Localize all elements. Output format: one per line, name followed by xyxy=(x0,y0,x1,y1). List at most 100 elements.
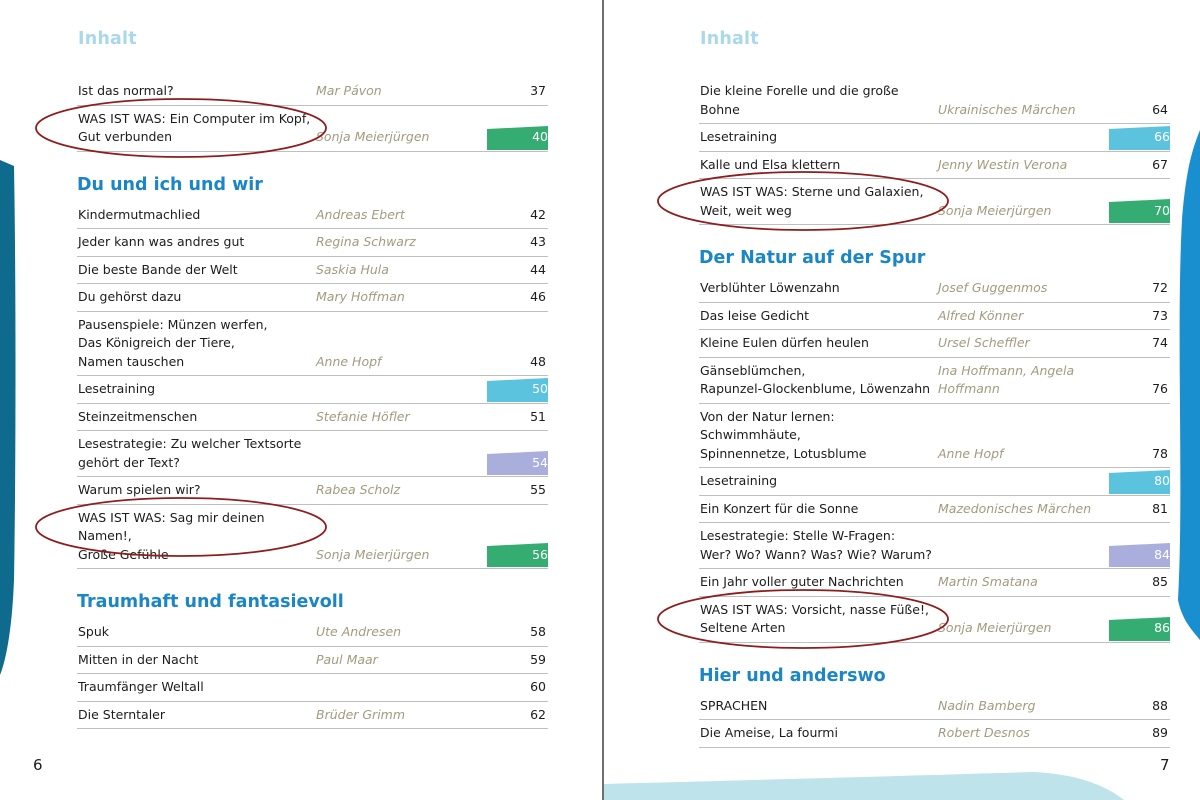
toc-entry[interactable]: Jeder kann was andres gut Regina Schwarz 4… xyxy=(77,229,548,257)
toc-entry[interactable]: Das leise Gedicht Alfred Könner 73 xyxy=(699,303,1170,330)
page-number: 7 xyxy=(1160,756,1170,774)
entry-author: Martin Smatana xyxy=(938,574,1038,589)
toc-entry[interactable]: Du gehörst dazu Mary Hoffman 46 xyxy=(77,284,548,312)
entry-title: Lesestrategie: Stelle W-Fragen: Wer? Wo?… xyxy=(700,528,932,562)
entry-author: Rabea Scholz xyxy=(316,482,401,497)
toc-entry[interactable]: WAS IST WAS: Sag mir deinen Namen!, Groß… xyxy=(35,496,548,569)
entry-title: Die beste Bande der Welt xyxy=(78,261,238,277)
entry-author: Robert Desnos xyxy=(938,725,1030,740)
entry-page-number: 56 xyxy=(532,546,548,562)
entry-title: Traumfänger Weltall xyxy=(78,679,204,694)
toc-section: Traumhaft und fantasievoll Spuk Ute Andres… xyxy=(77,591,548,729)
entry-page-number: 60 xyxy=(530,679,546,694)
entry-title: Lesetraining xyxy=(700,473,778,488)
toc-entry[interactable]: Spuk Ute Andresen 58 xyxy=(77,619,548,647)
entry-page-number: 78 xyxy=(1152,445,1168,461)
entry-page-number: 64 xyxy=(1152,101,1168,117)
toc-entry[interactable]: WAS IST WAS: Ein Computer im Kopf, Gut v… xyxy=(35,97,548,158)
entry-title: WAS IST WAS: Sag mir deinen Namen!, Groß… xyxy=(78,509,265,562)
entry-author: Stefanie Höfler xyxy=(316,408,410,424)
toc-rows: Verblühter Löwenzahn Josef Guggenmos 72 Das… xyxy=(657,275,1170,649)
entry-page-number: 66 xyxy=(1154,129,1170,144)
entry-title: Du gehörst dazu xyxy=(78,289,182,304)
toc-entry[interactable]: Mitten in der Nacht Paul Maar 59 xyxy=(77,647,548,674)
toc-section: Die kleine Forelle und die große Bohne Uk… xyxy=(657,78,1170,231)
toc-entry[interactable]: Verblühter Löwenzahn Josef Guggenmos 72 xyxy=(699,275,1170,303)
toc-entry[interactable]: Lesestrategie: Zu welcher Textsorte gehö… xyxy=(77,431,548,477)
toc-entry[interactable]: Lesestrategie: Stelle W-Fragen: Wer? Wo?… xyxy=(699,523,1170,569)
entry-author: Anne Hopf xyxy=(316,353,382,369)
toc-entry[interactable]: Gänseblümchen, Rapunzel-Glockenblume, Lö… xyxy=(699,358,1170,404)
entry-title: Warum spielen wir? xyxy=(78,482,201,497)
toc-entry[interactable]: Warum spielen wir? Rabea Scholz 55 xyxy=(77,477,548,505)
entry-title: Lesetraining xyxy=(700,129,778,144)
toc-entry[interactable]: Lesetraining 66 xyxy=(699,124,1170,152)
entry-author: Nadin Bamberg xyxy=(938,697,1036,713)
entry-author: Josef Guggenmos xyxy=(938,280,1048,295)
right-page: Inhalt Die kleine Forelle und die große … xyxy=(604,0,1200,800)
toc-entry[interactable]: Die Sterntaler Brüder Grimm 62 xyxy=(77,702,548,729)
toc-entry[interactable]: Lesetraining 50 xyxy=(77,376,548,404)
toc-section: Du und ich und wir Kindermutmachlied Andre… xyxy=(35,174,548,569)
entry-page-number: 89 xyxy=(1152,725,1168,740)
toc-entry[interactable]: Steinzeitmenschen Stefanie Höfler 51 xyxy=(77,404,548,431)
entry-author: Mar Pávon xyxy=(316,83,382,98)
entry-author: Sonja Meierjürgen xyxy=(938,620,1052,635)
toc-entry[interactable]: Die kleine Forelle und die große Bohne Uk… xyxy=(699,78,1170,124)
entry-page-number: 59 xyxy=(530,651,546,667)
toc-entry[interactable]: Kindermutmachlied Andreas Ebert 42 xyxy=(77,202,548,229)
entry-page-number: 74 xyxy=(1152,335,1168,350)
entry-title: Lesestrategie: Zu welcher Textsorte gehö… xyxy=(78,436,302,470)
entry-title: Jeder kann was andres gut xyxy=(78,234,245,249)
toc-entry[interactable]: Ein Konzert für die Sonne Mazedonisches M… xyxy=(699,496,1170,523)
toc-entry[interactable]: Von der Natur lernen: Schwimmhäute, Spin… xyxy=(699,404,1170,468)
entry-title: SPRACHEN xyxy=(700,697,768,713)
entry-author: Andreas Ebert xyxy=(316,206,405,222)
table-of-contents: Ist das normal? Mar Pávon 37 WAS IST WAS: E… xyxy=(35,78,548,729)
entry-page-number: 40 xyxy=(532,129,548,144)
entry-title: Ein Konzert für die Sonne xyxy=(700,500,859,516)
contents-heading: Inhalt xyxy=(700,29,759,49)
section-title: Hier und anderswo xyxy=(699,665,886,686)
toc-rows: Ist das normal? Mar Pávon 37 WAS IST WAS: E… xyxy=(35,78,548,158)
toc-entry[interactable]: WAS IST WAS: Sterne und Galaxien, Weit, … xyxy=(657,171,1170,231)
toc-entry[interactable]: Die Ameise, La fourmi Robert Desnos 89 xyxy=(699,720,1170,748)
entry-author: Regina Schwarz xyxy=(316,234,416,249)
entry-title: Verblühter Löwenzahn xyxy=(700,280,840,295)
entry-title: Das leise Gedicht xyxy=(700,307,810,323)
toc-entry[interactable]: WAS IST WAS: Vorsicht, nasse Füße!, Selt… xyxy=(657,588,1170,649)
toc-entry[interactable]: SPRACHEN Nadin Bamberg 88 xyxy=(699,693,1170,720)
toc-rows: SPRACHEN Nadin Bamberg 88 Die Ameise, La fo… xyxy=(699,693,1170,748)
entry-author: Ina Hoffmann, Angela Hoffmann xyxy=(938,362,1075,397)
entry-title: Kleine Eulen dürfen heulen xyxy=(700,335,869,350)
toc-entry[interactable]: Traumfänger Weltall 60 xyxy=(77,674,548,702)
toc-entry[interactable]: Kleine Eulen dürfen heulen Ursel Scheffle… xyxy=(699,330,1170,358)
entry-title: WAS IST WAS: Ein Computer im Kopf, Gut v… xyxy=(78,110,311,145)
table-of-contents: Die kleine Forelle und die große Bohne Uk… xyxy=(657,78,1170,748)
entry-title: Lesetraining xyxy=(78,381,156,396)
entry-author: Saskia Hula xyxy=(316,261,389,277)
section-title: Traumhaft und fantasievoll xyxy=(77,592,344,612)
entry-page-number: 46 xyxy=(530,289,546,304)
toc-section: Hier und anderswo SPRACHEN Nadin Bamberg 88… xyxy=(699,665,1170,748)
entry-page-number: 73 xyxy=(1152,307,1168,323)
entry-title: Steinzeitmenschen xyxy=(78,408,198,424)
toc-entry[interactable]: Lesetraining 80 xyxy=(699,468,1170,496)
entry-title: Kindermutmachlied xyxy=(78,206,201,222)
toc-entry[interactable]: Ist das normal? Mar Pávon 37 xyxy=(77,78,548,106)
toc-entry[interactable]: Pausenspiele: Münzen werfen, Das Königre… xyxy=(77,312,548,376)
entry-title: Spuk xyxy=(78,624,110,639)
toc-entry[interactable]: Ein Jahr voller guter Nachrichten Martin … xyxy=(699,569,1170,597)
entry-page-number: 55 xyxy=(530,482,546,497)
entry-author: Mary Hoffman xyxy=(316,289,405,304)
toc-entry[interactable]: Die beste Bande der Welt Saskia Hula 44 xyxy=(77,257,548,284)
entry-title: Gänseblümchen, Rapunzel-Glockenblume, Lö… xyxy=(700,362,931,397)
contents-heading: Inhalt xyxy=(78,29,137,49)
toc-entry[interactable]: Kalle und Elsa klettern Jenny Westin Vero… xyxy=(699,152,1170,179)
entry-title: Ist das normal? xyxy=(78,83,174,98)
toc-rows: Die kleine Forelle und die große Bohne Uk… xyxy=(657,78,1170,231)
entry-page-number: 58 xyxy=(530,624,546,639)
entry-page-number: 37 xyxy=(530,83,546,98)
page-number: 6 xyxy=(33,756,43,774)
toc-section: Der Natur auf der Spur Verblühter Löwenza… xyxy=(657,247,1170,649)
